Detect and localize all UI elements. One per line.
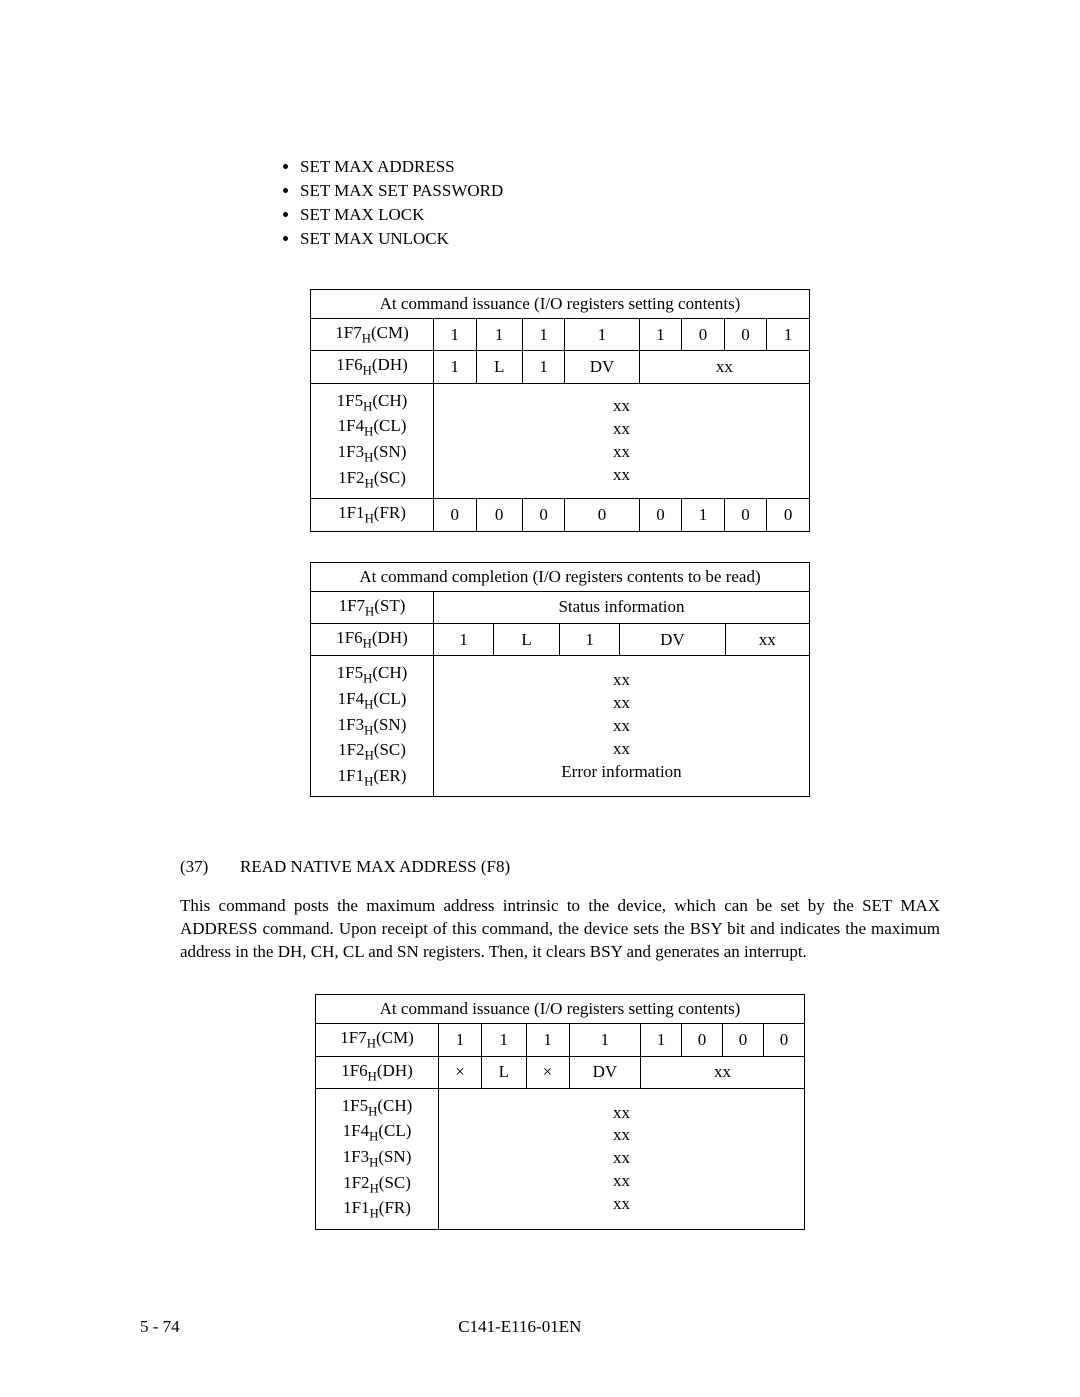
list-item: SET MAX LOCK	[300, 205, 940, 225]
table-caption: At command issuance (I/O registers setti…	[311, 290, 810, 319]
bullet-list: SET MAX ADDRESS SET MAX SET PASSWORD SET…	[260, 157, 940, 249]
section-number: (37)	[180, 857, 240, 877]
table-row: 1F6H(DH) 1L1DV xx	[311, 351, 810, 383]
table-row: 1F7H(ST) Status information	[311, 591, 810, 623]
table-caption: At command completion (I/O registers con…	[311, 562, 810, 591]
table-row: 1F7H(CM) 1111 1000	[316, 1024, 805, 1056]
table-issuance-2: At command issuance (I/O registers setti…	[315, 994, 805, 1230]
page-number: 5 - 74	[140, 1317, 180, 1337]
table-caption: At command issuance (I/O registers setti…	[316, 995, 805, 1024]
table-row: 1F1H(FR) 0000 0100	[311, 499, 810, 531]
section-heading: (37) READ NATIVE MAX ADDRESS (F8)	[180, 857, 940, 877]
table-row: 1F5H(CH) 1F4H(CL) 1F3H(SN) 1F2H(SC) 1F1H…	[316, 1088, 805, 1229]
table-row: 1F6H(DH) 1L1DV xx	[311, 623, 810, 655]
list-item: SET MAX SET PASSWORD	[300, 181, 940, 201]
table-row: 1F5H(CH) 1F4H(CL) 1F3H(SN) 1F2H(SC) 1F1H…	[311, 656, 810, 797]
list-item: SET MAX ADDRESS	[300, 157, 940, 177]
table-row: 1F6H(DH) ×L×DV xx	[316, 1056, 805, 1088]
section-title: READ NATIVE MAX ADDRESS (F8)	[240, 857, 510, 877]
page: SET MAX ADDRESS SET MAX SET PASSWORD SET…	[0, 0, 1080, 1397]
paragraph: This command posts the maximum address i…	[180, 895, 940, 964]
table-issuance-1: At command issuance (I/O registers setti…	[310, 289, 810, 532]
doc-id: C141-E116-01EN	[458, 1317, 581, 1337]
table-completion: At command completion (I/O registers con…	[310, 562, 810, 798]
table-row: 1F7H(CM) 1111 1001	[311, 319, 810, 351]
list-item: SET MAX UNLOCK	[300, 229, 940, 249]
table-row: 1F5H(CH) 1F4H(CL) 1F3H(SN) 1F2H(SC) xx x…	[311, 383, 810, 498]
page-footer: 5 - 74 C141-E116-01EN	[0, 1317, 1080, 1337]
